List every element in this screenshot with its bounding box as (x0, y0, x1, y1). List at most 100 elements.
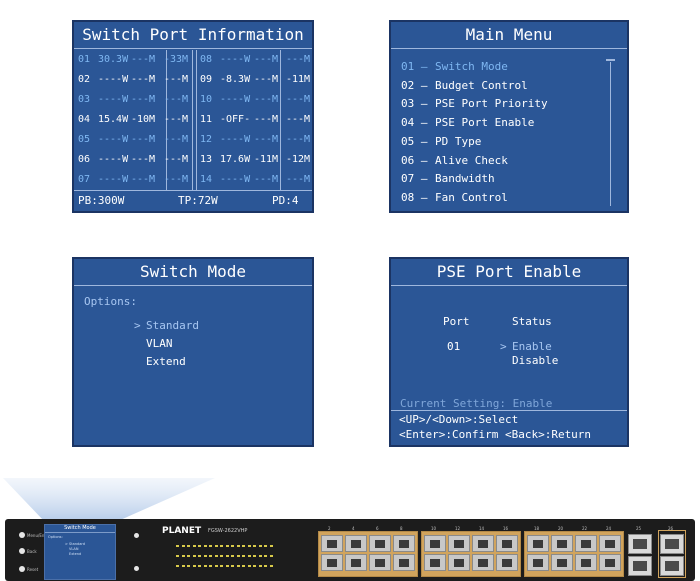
rj45-port[interactable] (369, 554, 391, 571)
port-led (203, 555, 207, 557)
port-led (242, 555, 245, 557)
port-led (192, 565, 196, 567)
rj45-port[interactable] (551, 535, 573, 552)
rj45-port[interactable] (424, 554, 446, 571)
menu-enter-button[interactable] (19, 532, 25, 538)
device-lcd-title: Switch Mode (45, 525, 115, 533)
device-lcd-option: Extend (69, 552, 82, 556)
back-button[interactable] (19, 548, 25, 554)
rj45-port[interactable] (551, 554, 573, 571)
port-led (225, 565, 229, 567)
port-led (236, 545, 240, 547)
port-led (214, 555, 218, 557)
rj45-port[interactable] (393, 535, 415, 552)
port-led (220, 545, 223, 547)
rj45-port[interactable] (448, 554, 470, 571)
sfp-port-number: 26 (668, 526, 674, 531)
port-led (236, 565, 240, 567)
port-led (258, 555, 262, 557)
port-led (203, 565, 207, 567)
port-led (231, 565, 234, 567)
rj45-port[interactable] (472, 535, 494, 552)
rj45-port-number: 18 (534, 526, 540, 531)
port-led (231, 555, 234, 557)
sfp-port[interactable] (628, 534, 652, 554)
sfp-port-number: 25 (636, 526, 642, 531)
port-led (176, 545, 179, 547)
rj45-port[interactable] (424, 535, 446, 552)
port-led (203, 545, 207, 547)
port-led (192, 545, 196, 547)
model-name: FGSW-2622VHP (208, 528, 248, 534)
device-lcd-option: > Standard (65, 542, 85, 546)
rj45-port[interactable] (496, 535, 518, 552)
device-lcd: Switch Mode Options: > Standard VLAN Ext… (44, 524, 116, 580)
port-led (269, 555, 273, 557)
rj45-port-number: 4 (352, 526, 355, 531)
brand-logo: PLANET (162, 526, 202, 536)
port-led (269, 565, 273, 567)
port-led (209, 545, 212, 547)
port-led (253, 565, 256, 567)
rj45-port-number: 10 (431, 526, 437, 531)
port-led (176, 555, 179, 557)
port-led (247, 545, 251, 547)
sfp-port[interactable] (660, 556, 684, 576)
power-led (134, 533, 139, 538)
port-led (253, 545, 256, 547)
rj45-port[interactable] (599, 535, 621, 552)
port-led (247, 555, 251, 557)
device-lcd-option: VLAN (69, 547, 79, 551)
port-led (253, 555, 256, 557)
port-led (264, 545, 267, 547)
port-led (225, 555, 229, 557)
rj45-port[interactable] (527, 554, 549, 571)
port-led (198, 565, 201, 567)
rj45-port[interactable] (393, 554, 415, 571)
port-led (264, 565, 267, 567)
port-led (192, 555, 196, 557)
port-led (176, 565, 179, 567)
port-led (187, 565, 190, 567)
port-led (242, 545, 245, 547)
port-led (181, 545, 185, 547)
sfp-port[interactable] (660, 534, 684, 554)
port-led (198, 545, 201, 547)
port-led (242, 565, 245, 567)
port-led (181, 565, 185, 567)
rj45-port-number: 12 (455, 526, 461, 531)
rj45-port-number: 16 (503, 526, 509, 531)
port-led (264, 555, 267, 557)
port-led (198, 555, 201, 557)
rj45-port[interactable] (345, 535, 367, 552)
rj45-port[interactable] (575, 554, 597, 571)
rj45-port[interactable] (321, 535, 343, 552)
fan-led (134, 566, 139, 571)
port-led (258, 545, 262, 547)
rj45-port[interactable] (345, 554, 367, 571)
rj45-port-number: 22 (582, 526, 588, 531)
rj45-port[interactable] (575, 535, 597, 552)
rj45-port[interactable] (472, 554, 494, 571)
sfp-port[interactable] (628, 556, 652, 576)
rj45-port[interactable] (599, 554, 621, 571)
port-led (269, 545, 273, 547)
rj45-port[interactable] (527, 535, 549, 552)
rj45-port-number: 14 (479, 526, 485, 531)
reset-button[interactable] (19, 566, 25, 572)
rj45-port[interactable] (321, 554, 343, 571)
port-led (214, 545, 218, 547)
back-label: Back (27, 549, 37, 554)
port-led (181, 555, 185, 557)
rj45-port[interactable] (369, 535, 391, 552)
port-led (214, 565, 218, 567)
rj45-port-number: 8 (400, 526, 403, 531)
rj45-port[interactable] (448, 535, 470, 552)
rj45-port-number: 24 (606, 526, 612, 531)
port-led (187, 555, 190, 557)
port-led (209, 565, 212, 567)
port-led (231, 545, 234, 547)
port-led (220, 555, 223, 557)
rj45-port-number: 2 (328, 526, 331, 531)
rj45-port[interactable] (496, 554, 518, 571)
